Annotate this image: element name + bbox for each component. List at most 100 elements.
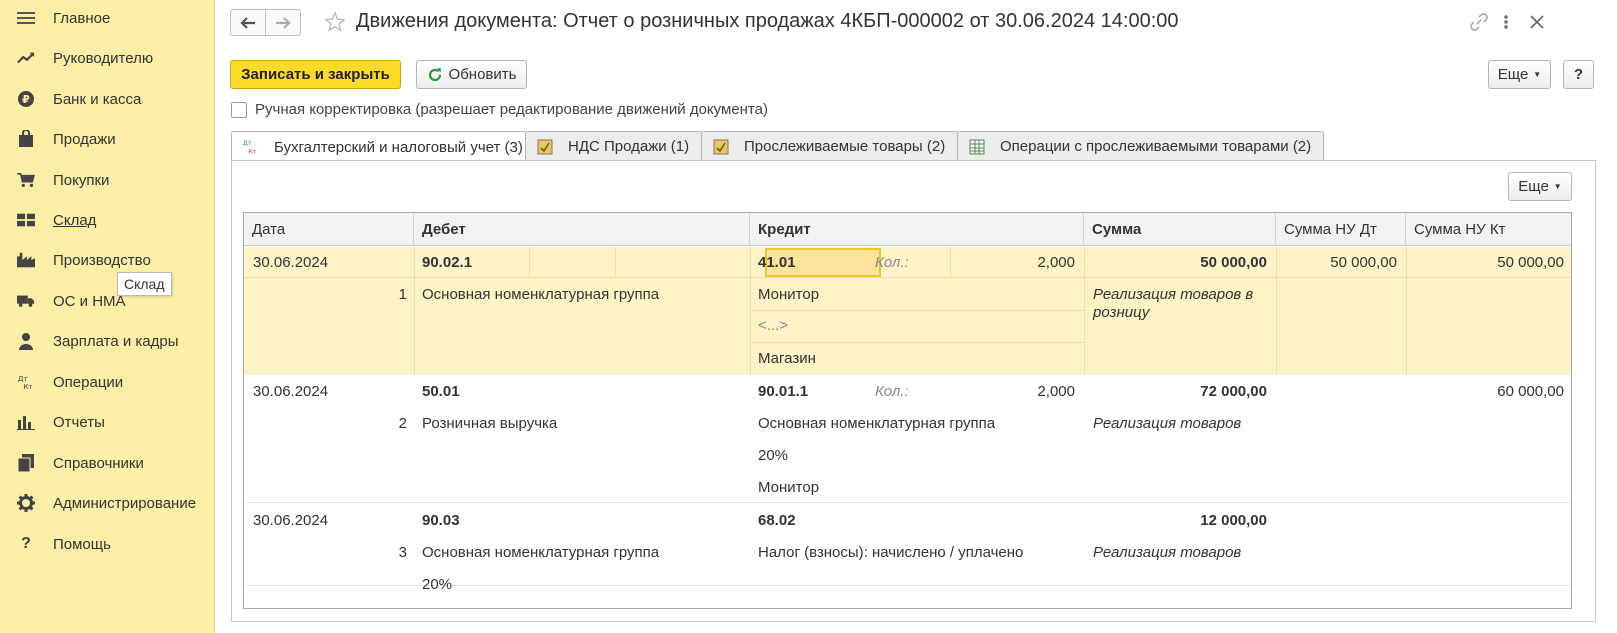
- tabs: Дт Кт Бухгалтерский и налоговый учет (3) …: [231, 131, 1324, 162]
- debit-subconto: Основная номенклатурная группа: [422, 286, 660, 303]
- column-header-debit[interactable]: Дебет: [414, 213, 750, 246]
- factory-icon: [17, 251, 35, 269]
- debit-account: 90.03: [422, 512, 460, 529]
- sidebar-item-bank[interactable]: ₽ Банк и касса: [0, 79, 215, 119]
- table-icon: [968, 138, 986, 156]
- credit-account: 41.01: [758, 254, 796, 271]
- column-header-sum-nu-kt[interactable]: Сумма НУ Кт: [1406, 213, 1571, 246]
- date-cell: 30.06.2024: [253, 383, 329, 400]
- more-label: Еще: [1518, 178, 1549, 195]
- bar-chart-icon: [17, 413, 35, 431]
- manual-correction-checkbox[interactable]: [231, 101, 247, 118]
- svg-text:Дт: Дт: [243, 140, 252, 147]
- sidebar-item-label: Склад: [53, 211, 97, 229]
- credit-subconto: Магазин: [758, 350, 816, 367]
- sidebar-item-main[interactable]: Главное: [0, 0, 215, 38]
- dt-kt-icon: Дт Кт: [242, 138, 260, 156]
- sidebar-item-directories[interactable]: Справочники: [0, 443, 215, 483]
- sidebar-item-label: Руководителю: [53, 49, 154, 67]
- sidebar-item-production[interactable]: Производство: [0, 240, 215, 280]
- page-title: Движения документа: Отчет о розничных пр…: [356, 10, 1179, 32]
- credit-subconto: Налог (взносы): начислено / уплачено: [758, 544, 1024, 561]
- more-button[interactable]: Еще ▼: [1488, 60, 1551, 89]
- back-button[interactable]: [231, 10, 266, 35]
- refresh-button[interactable]: Обновить: [416, 60, 527, 89]
- sum-nu-kt-cell: 60 000,00: [1497, 383, 1564, 400]
- favorite-star-icon[interactable]: [324, 11, 346, 37]
- sidebar-item-reports[interactable]: Отчеты: [0, 402, 215, 442]
- column-header-sum-nu-dt[interactable]: Сумма НУ Дт: [1276, 213, 1406, 246]
- arrow-right-icon: [276, 16, 291, 29]
- date-cell: 30.06.2024: [253, 512, 329, 529]
- sidebar-item-manager[interactable]: Руководителю: [0, 38, 215, 78]
- table-header: Дата Дебет Кредит Сумма Сумма НУ Дт Сумм…: [244, 213, 1571, 246]
- link-icon[interactable]: [1469, 12, 1489, 36]
- sidebar-item-label: Справочники: [53, 454, 144, 472]
- column-header-sum[interactable]: Сумма: [1084, 213, 1276, 246]
- save-and-close-button[interactable]: Записать и закрыть: [230, 60, 401, 89]
- credit-account: 68.02: [758, 512, 796, 529]
- sidebar-item-label: Главное: [53, 9, 111, 27]
- sidebar-item-warehouse[interactable]: Склад: [0, 200, 215, 240]
- warehouse-icon: [17, 211, 35, 229]
- sidebar-item-salary[interactable]: Зарплата и кадры: [0, 321, 215, 361]
- sidebar-item-label: ОС и НМА: [53, 292, 126, 310]
- close-icon[interactable]: [1528, 12, 1546, 36]
- movements-table: Дата Дебет Кредит Сумма Сумма НУ Дт Сумм…: [243, 212, 1572, 609]
- tab-traceable-goods[interactable]: Прослеживаемые товары (2): [701, 131, 958, 161]
- more-label: Еще: [1497, 66, 1529, 83]
- sidebar-item-fixed-assets[interactable]: ОС и НМА: [0, 281, 215, 321]
- tooltip: Склад: [117, 272, 172, 296]
- date-cell: 30.06.2024: [253, 254, 329, 271]
- forward-button[interactable]: [266, 10, 300, 35]
- svg-text:₽: ₽: [22, 93, 30, 106]
- help-icon: ?: [21, 535, 31, 552]
- sidebar-item-purchases[interactable]: Покупки: [0, 160, 215, 200]
- gear-icon: [17, 494, 35, 512]
- qty-label: Кол.:: [875, 254, 909, 271]
- help-button[interactable]: ?: [1563, 60, 1594, 89]
- person-icon: [17, 332, 35, 350]
- column-header-credit[interactable]: Кредит: [750, 213, 1084, 246]
- menu-icon: [17, 9, 35, 27]
- debit-subconto: Основная номенклатурная группа: [422, 544, 660, 561]
- content-cell: Реализация товаров в розницу: [1093, 286, 1254, 321]
- content-cell: Реализация товаров: [1093, 544, 1242, 561]
- dropdown-arrow-icon: ▼: [1533, 70, 1542, 79]
- row-number: 1: [398, 286, 407, 303]
- history-nav: [230, 9, 301, 36]
- debit-subconto: Розничная выручка: [422, 415, 558, 432]
- sidebar-item-label: Отчеты: [53, 413, 105, 431]
- credit-account: 90.01.1: [758, 383, 809, 400]
- cart-icon: [17, 171, 35, 189]
- sidebar: Главное Руководителю ₽ Банк и касса Прод…: [0, 0, 215, 633]
- tab-accounting[interactable]: Дт Кт Бухгалтерский и налоговый учет (3): [231, 131, 526, 162]
- main-area: Движения документа: Отчет о розничных пр…: [216, 0, 1617, 633]
- sidebar-item-label: Операции: [53, 373, 124, 391]
- refresh-icon: [428, 67, 441, 81]
- debit-account: 90.02.1: [422, 254, 473, 271]
- tab-traceable-operations[interactable]: Операции с прослеживаемыми товарами (2): [957, 131, 1324, 161]
- sidebar-item-label: Производство: [53, 251, 151, 269]
- tab-label: НДС Продажи (1): [568, 138, 690, 155]
- sidebar-item-operations[interactable]: Дт Кт Операции: [0, 362, 215, 402]
- svg-text:Кт: Кт: [248, 148, 256, 155]
- dt-kt-icon: Дт Кт: [17, 373, 35, 391]
- tab-vat-sales[interactable]: НДС Продажи (1): [525, 131, 702, 161]
- sum-nu-kt-cell: 50 000,00: [1497, 254, 1564, 271]
- register-icon: [536, 138, 554, 156]
- credit-subconto: Основная номенклатурная группа: [758, 415, 996, 432]
- credit-qty: 2,000: [1037, 254, 1075, 271]
- sidebar-item-label: Продажи: [53, 130, 116, 148]
- more-vertical-icon[interactable]: [1502, 12, 1510, 36]
- qty-label: Кол.:: [875, 383, 909, 400]
- sidebar-item-help[interactable]: ? Помощь: [0, 524, 215, 564]
- sidebar-item-sales[interactable]: Продажи: [0, 119, 215, 159]
- sidebar-item-label: Покупки: [53, 171, 110, 189]
- debit-subconto: 20%: [422, 576, 453, 593]
- debit-account: 50.01: [422, 383, 460, 400]
- column-header-date[interactable]: Дата: [244, 213, 414, 246]
- manual-correction-label: Ручная корректировка (разрешает редактир…: [255, 101, 768, 118]
- table-more-button[interactable]: Еще ▼: [1508, 172, 1572, 201]
- sidebar-item-admin[interactable]: Администрирование: [0, 483, 215, 523]
